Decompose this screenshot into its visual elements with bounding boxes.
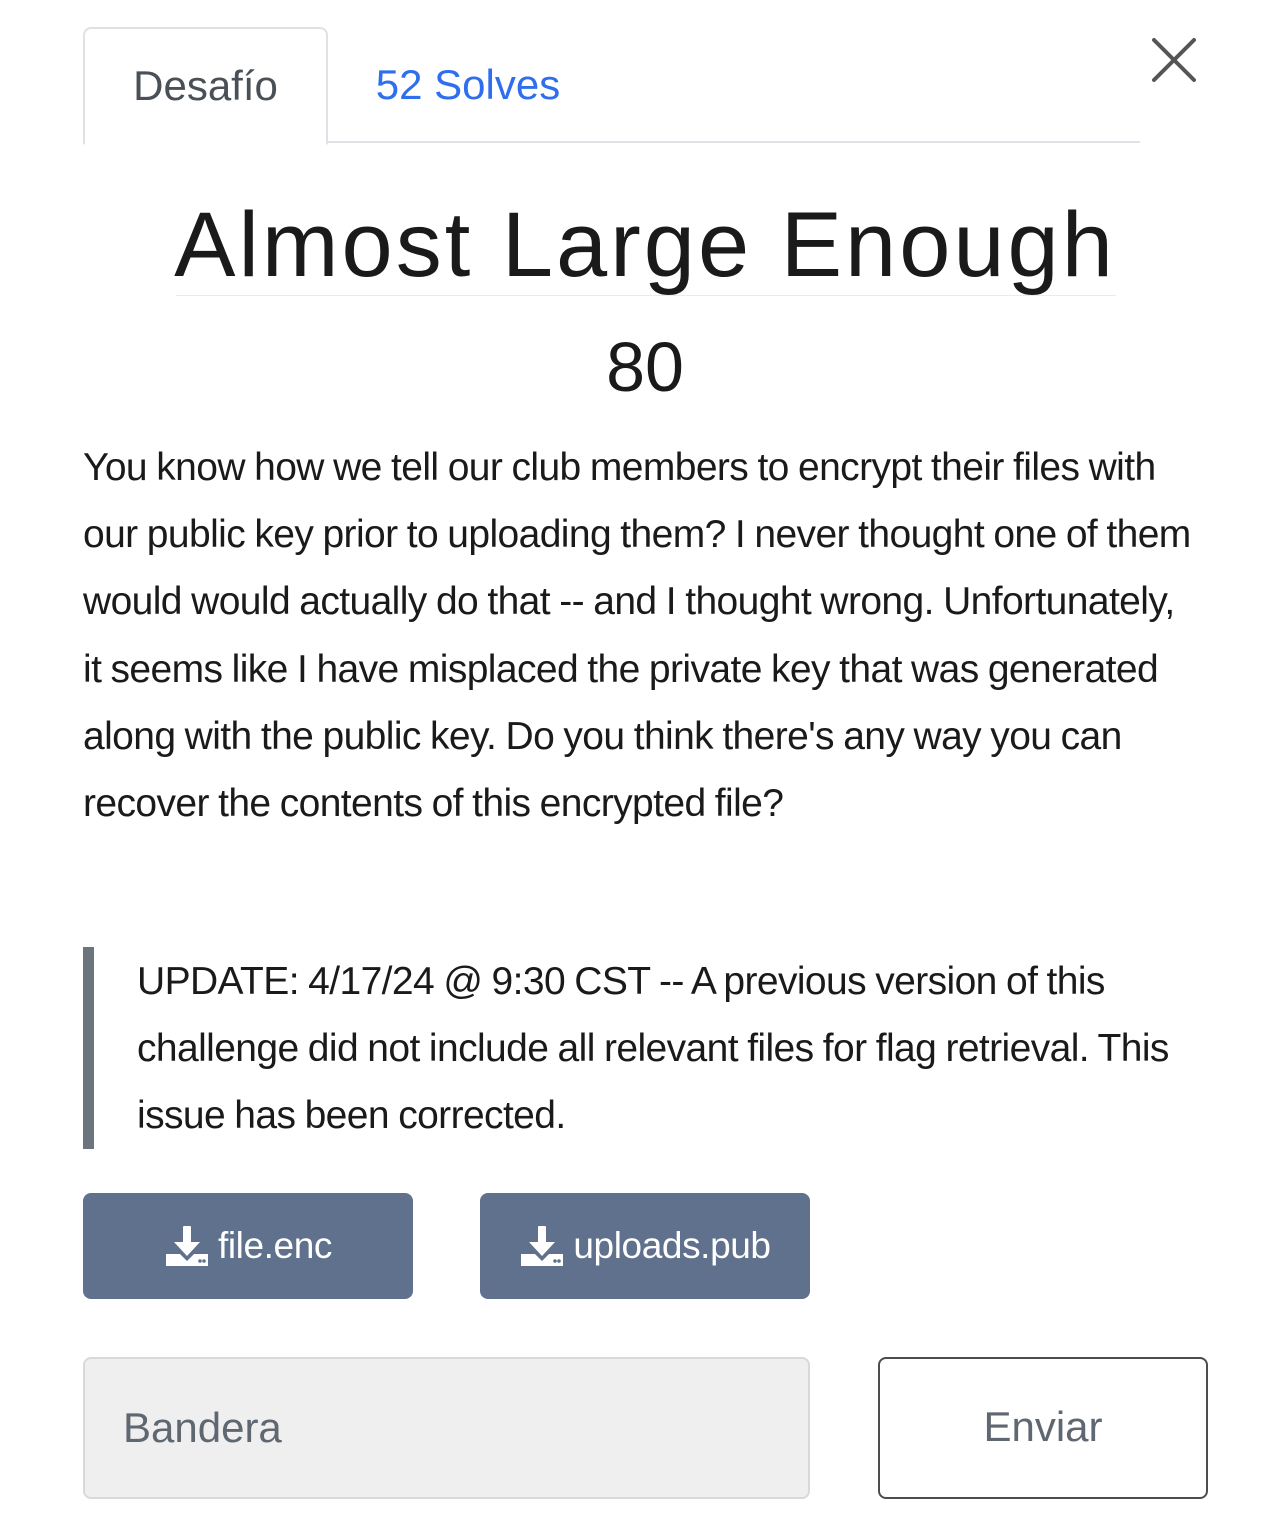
download-uploads-pub-button[interactable]: uploads.pub — [480, 1193, 810, 1299]
download-icon — [164, 1224, 210, 1268]
update-text: UPDATE: 4/17/24 @ 9:30 CST -- A previous… — [137, 960, 1169, 1138]
title-divider — [176, 295, 1116, 296]
challenge-description: You know how we tell our club members to… — [83, 446, 1191, 826]
challenge-points: 80 — [606, 328, 684, 406]
tab-solves-label: 52 Solves — [375, 61, 561, 108]
download-uploads-pub-label: uploads.pub — [573, 1225, 771, 1266]
challenge-tabs: Desafío 52 Solves — [83, 27, 1140, 145]
update-blockquote: UPDATE: 4/17/24 @ 9:30 CST -- A previous… — [83, 947, 1203, 1149]
download-file-enc-button[interactable]: file.enc — [83, 1193, 413, 1299]
tab-solves[interactable]: 52 Solves — [328, 27, 608, 143]
tab-challenge-label: Desafío — [133, 62, 278, 109]
challenge-modal: Desafío 52 Solves Almost Large Enough 80… — [0, 0, 1280, 1514]
flag-input[interactable] — [83, 1357, 810, 1499]
tab-challenge[interactable]: Desafío — [83, 27, 328, 145]
submit-button[interactable]: Enviar — [878, 1357, 1208, 1499]
download-icon — [519, 1224, 565, 1268]
close-icon[interactable] — [1148, 34, 1200, 86]
download-file-enc-label: file.enc — [217, 1225, 333, 1266]
challenge-title: Almost Large Enough — [174, 194, 1116, 296]
